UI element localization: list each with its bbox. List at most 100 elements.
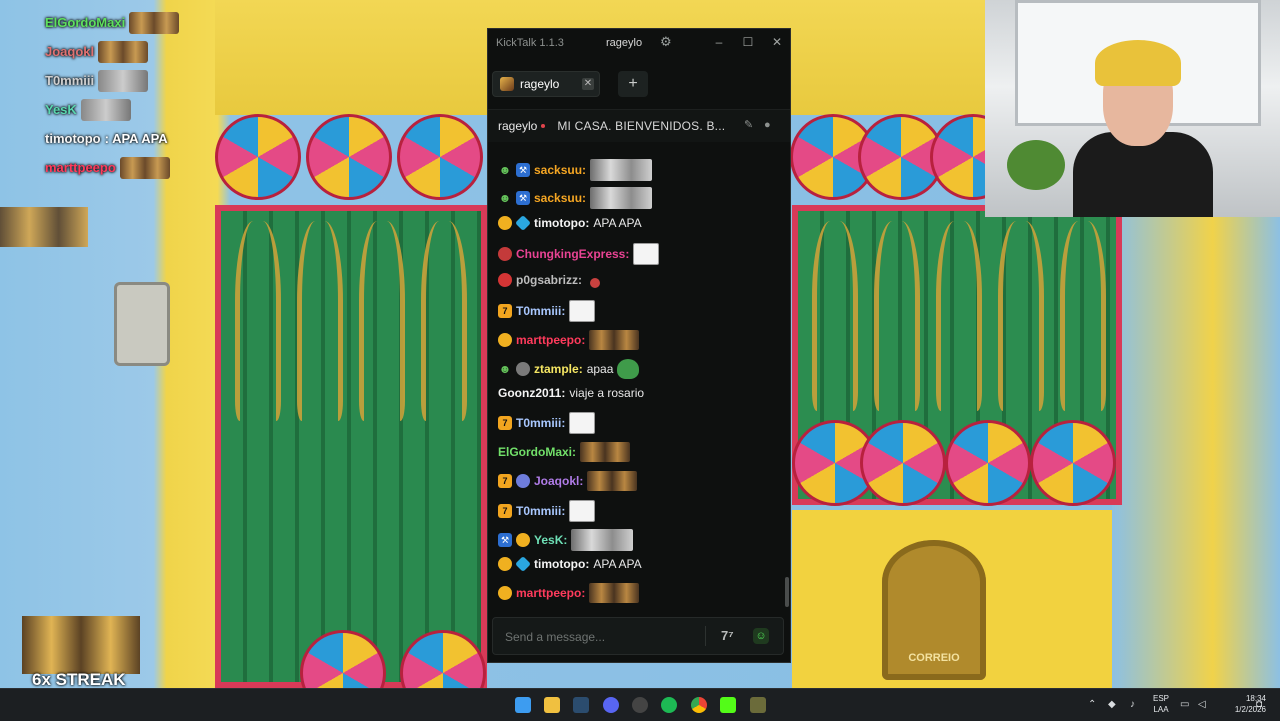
chat-message[interactable]: timotopo: APA APA (498, 215, 642, 231)
chat-message[interactable]: p0gsabrizz: (498, 272, 601, 288)
tab-rageylo[interactable]: rageylo ✕ (492, 71, 600, 97)
red-emote[interactable] (590, 278, 601, 288)
pinwheel-decoration (945, 420, 1031, 506)
scrollbar[interactable] (785, 577, 789, 607)
alien-badge-icon[interactable]: ☻ (498, 191, 512, 205)
chat-messages[interactable]: ☻ ⚒ sacksuu: ☻ ⚒ sacksuu: timotopo: APA APA Chun… (488, 155, 782, 607)
coin-badge-icon[interactable] (498, 216, 512, 230)
tab-close-icon[interactable]: ✕ (582, 78, 594, 90)
circle-blue-badge-icon[interactable] (516, 474, 530, 488)
add-tab-button[interactable]: + (618, 71, 648, 97)
chat-message[interactable]: ☻ ztample: apaa (498, 359, 640, 379)
chat-username[interactable]: ChungkingExpress (516, 247, 625, 261)
chat-message[interactable]: marttpeepo: (498, 583, 640, 603)
chat-username[interactable]: T0mmiii (516, 304, 561, 318)
chat-message[interactable]: marttpeepo: (498, 330, 640, 350)
gem-badge-icon[interactable] (515, 215, 531, 231)
chat-username[interactable]: sacksuu (534, 191, 582, 205)
windows-start-icon[interactable] (515, 697, 531, 713)
doodle-emote[interactable] (569, 500, 596, 522)
message-input[interactable] (493, 618, 717, 656)
doodle-emote[interactable] (569, 300, 596, 322)
chat-message[interactable]: ☻ ⚒ sacksuu: (498, 159, 653, 181)
chat-username[interactable]: sacksuu (534, 163, 582, 177)
minion-emote[interactable] (587, 471, 638, 491)
pin-icon[interactable]: ✎ (744, 119, 756, 131)
minion-emote[interactable] (580, 442, 631, 462)
spotify-icon[interactable] (661, 697, 677, 713)
chat-username[interactable]: T0mmiii (516, 504, 561, 518)
coin-badge-icon[interactable] (498, 333, 512, 347)
minimize-icon[interactable]: – (712, 35, 726, 49)
7tv-emote-icon[interactable]: 7⁷ (721, 628, 739, 644)
chat-username[interactable]: ElGordoMaxi (498, 445, 572, 459)
chat-username[interactable]: YesK (534, 533, 563, 547)
chat-message[interactable]: Goonz2011: viaje a rosario (498, 386, 644, 400)
chat-username[interactable]: Joaqokl (534, 474, 579, 488)
seven-badge-icon[interactable]: 7 (498, 474, 512, 488)
chat-message[interactable]: 7 Joaqokl: (498, 471, 638, 491)
notification-bell-icon[interactable]: ◘ (1256, 699, 1262, 710)
coin-badge-icon[interactable] (516, 533, 530, 547)
gray-badge-icon[interactable] (516, 362, 530, 376)
minion-emote[interactable] (589, 330, 640, 350)
chat-message[interactable]: 7 T0mmiii: (498, 500, 596, 522)
coin-badge-icon[interactable] (498, 586, 512, 600)
pepe-emote[interactable] (617, 359, 640, 379)
kicktalk-window: KickTalk 1.1.3 rageylo ⚙ – ☐ ✕ rageylo ✕… (487, 28, 791, 663)
app-icon[interactable] (632, 697, 648, 713)
seven-badge-icon[interactable]: 7 (498, 304, 512, 318)
chat-message[interactable]: ChungkingExpress: (498, 243, 660, 265)
chat-username[interactable]: ztample (534, 362, 579, 376)
chat-username[interactable]: timotopo (534, 216, 585, 230)
network-icon[interactable]: ▭ (1180, 699, 1189, 710)
hammer-badge-icon[interactable]: ⚒ (516, 163, 530, 177)
gem-badge-icon[interactable] (515, 556, 531, 572)
cat-emote[interactable] (590, 159, 653, 181)
coin-badge-icon[interactable] (498, 557, 512, 571)
chat-message[interactable]: ☻ ⚒ sacksuu: (498, 187, 653, 209)
steam-icon[interactable] (573, 697, 589, 713)
tray-chevron-icon[interactable]: ⌃ (1088, 699, 1096, 710)
seven-badge-icon[interactable]: 7 (498, 504, 512, 518)
doodle-emote[interactable] (569, 412, 596, 434)
kicktalk-taskbar-icon[interactable] (720, 697, 736, 713)
chat-username[interactable]: Goonz2011 (498, 386, 561, 400)
file-explorer-icon[interactable] (544, 697, 560, 713)
minion-emote[interactable] (589, 583, 640, 603)
chat-message[interactable]: 7 T0mmiii: (498, 412, 596, 434)
seven-badge-icon[interactable]: 7 (498, 416, 512, 430)
chat-message[interactable]: 7 T0mmiii: (498, 300, 596, 322)
kick-emote-icon[interactable]: ☺ (753, 628, 769, 644)
maximize-icon[interactable]: ☐ (741, 35, 755, 49)
settings-gear-icon[interactable]: ⚙ (660, 35, 674, 49)
chat-username[interactable]: timotopo (534, 557, 585, 571)
close-icon[interactable]: ✕ (770, 35, 784, 49)
tray-app-icon[interactable]: ◆ (1108, 699, 1116, 710)
discord-icon[interactable] (603, 697, 619, 713)
doodle-emote[interactable] (633, 243, 660, 265)
chat-message[interactable]: timotopo: APA APA (498, 556, 642, 572)
alien-badge-icon[interactable]: ☻ (498, 362, 512, 376)
chat-username[interactable]: T0mmiii (516, 416, 561, 430)
chung-badge-icon[interactable] (498, 247, 512, 261)
cat-emote[interactable] (590, 187, 653, 209)
hammer-badge-icon[interactable]: ⚒ (498, 533, 512, 547)
chat-message[interactable]: ⚒ YesK: (498, 529, 634, 551)
volume-icon[interactable]: ◁ (1198, 699, 1206, 710)
chat-username[interactable]: marttpeepo (516, 586, 581, 600)
chat-username[interactable]: p0gsabrizz (516, 273, 578, 287)
channel-name[interactable]: rageylo (498, 119, 537, 133)
cat-emote[interactable] (571, 529, 634, 551)
account-button[interactable]: rageylo (606, 37, 642, 49)
chrome-icon[interactable] (691, 697, 707, 713)
chat-username[interactable]: marttpeepo (516, 333, 581, 347)
chat-message[interactable]: ElGordoMaxi: (498, 442, 631, 462)
language-indicator[interactable]: ESP LAA (1150, 693, 1172, 715)
microphone-icon[interactable]: ♪ (1130, 699, 1135, 710)
alien-badge-icon[interactable]: ☻ (498, 163, 512, 177)
hammer-badge-icon[interactable]: ⚒ (516, 191, 530, 205)
app-icon[interactable] (750, 697, 766, 713)
red-badge-icon[interactable] (498, 273, 512, 287)
user-list-icon[interactable]: ● (764, 119, 776, 131)
